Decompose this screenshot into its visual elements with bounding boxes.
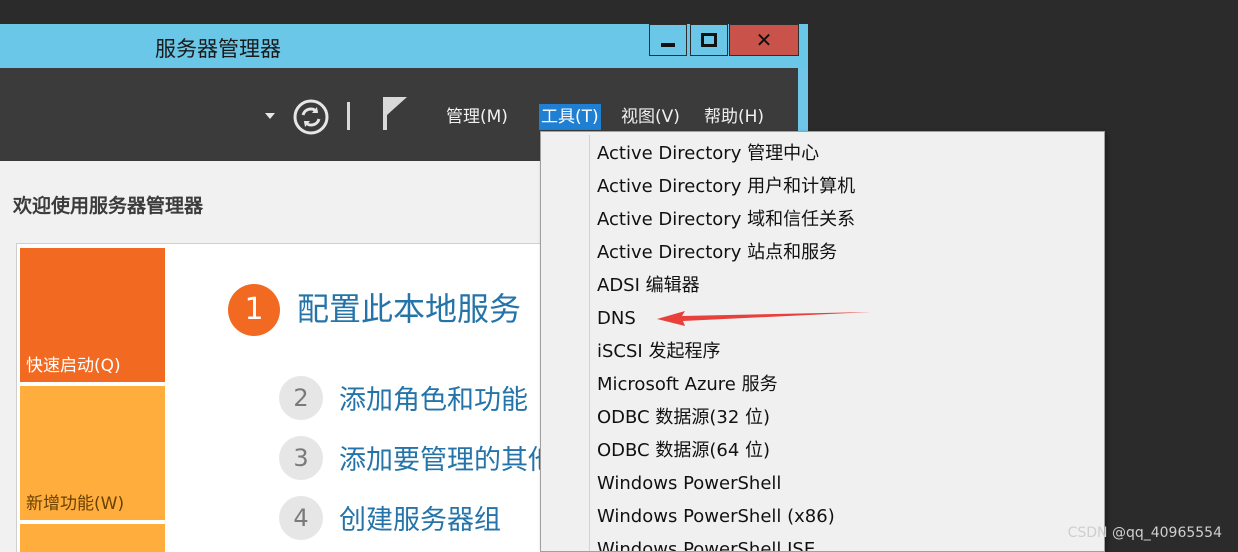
- menu-item-powershell[interactable]: Windows PowerShell: [597, 467, 781, 500]
- annotation-arrow-icon: [657, 311, 871, 326]
- menu-item-adsi-edit[interactable]: ADSI 编辑器: [597, 269, 700, 302]
- menu-item-ad-domains-trusts[interactable]: Active Directory 域和信任关系: [597, 203, 855, 236]
- step-4-link[interactable]: 创建服务器组: [339, 498, 501, 537]
- menu-item-ad-users-computers[interactable]: Active Directory 用户和计算机: [597, 170, 855, 203]
- step-2-number: 2: [279, 376, 323, 420]
- menu-item-azure[interactable]: Microsoft Azure 服务: [597, 368, 778, 401]
- minimize-button[interactable]: [649, 24, 687, 56]
- tile-quick-start-label: 快速启动(Q): [26, 356, 121, 376]
- toolbar-divider: [347, 102, 350, 130]
- menu-icon-gutter: [589, 135, 590, 551]
- menu-manage[interactable]: 管理(M): [446, 104, 508, 130]
- menu-item-ad-sites-services[interactable]: Active Directory 站点和服务: [597, 236, 837, 269]
- menu-help[interactable]: 帮助(H): [704, 104, 764, 130]
- step-1-link[interactable]: 配置此本地服务: [297, 284, 521, 330]
- menu-view[interactable]: 视图(V): [621, 104, 680, 130]
- menu-item-powershell-ise[interactable]: Windows PowerShell ISE: [597, 533, 815, 551]
- tile-learn-more[interactable]: [20, 524, 165, 552]
- window-title: 服务器管理器: [155, 37, 281, 61]
- minimize-icon: [661, 43, 675, 47]
- tile-quick-start[interactable]: 快速启动(Q): [20, 248, 165, 382]
- flag-icon[interactable]: [380, 95, 410, 131]
- tile-whats-new-label: 新增功能(W): [26, 494, 125, 514]
- title-bar[interactable]: 服务器管理器 ✕: [0, 24, 808, 68]
- watermark: CSDN @qq_40965554: [1067, 525, 1222, 541]
- refresh-icon[interactable]: [292, 98, 330, 136]
- menu-tools[interactable]: 工具(T): [539, 104, 601, 130]
- step-3-link[interactable]: 添加要管理的其他: [339, 438, 555, 477]
- menu-item-odbc-64[interactable]: ODBC 数据源(64 位): [597, 434, 770, 467]
- menu-item-dns[interactable]: DNS: [597, 302, 636, 335]
- dropdown-caret-icon[interactable]: [265, 113, 275, 119]
- maximize-icon: [701, 33, 717, 47]
- step-3-number: 3: [279, 436, 323, 480]
- menu-item-ad-admin-center[interactable]: Active Directory 管理中心: [597, 137, 819, 170]
- menu-item-odbc-32[interactable]: ODBC 数据源(32 位): [597, 401, 770, 434]
- close-icon: ✕: [755, 28, 773, 52]
- tools-dropdown-menu: Active Directory 管理中心 Active Directory 用…: [540, 131, 1105, 552]
- maximize-button[interactable]: [690, 24, 728, 56]
- menu-item-iscsi[interactable]: iSCSI 发起程序: [597, 335, 720, 368]
- menu-item-powershell-x86[interactable]: Windows PowerShell (x86): [597, 500, 835, 533]
- step-4-number: 4: [279, 496, 323, 540]
- tile-whats-new[interactable]: 新增功能(W): [20, 386, 165, 520]
- step-1-number: 1: [228, 284, 280, 336]
- welcome-heading: 欢迎使用服务器管理器: [13, 195, 204, 217]
- close-button[interactable]: ✕: [729, 24, 799, 56]
- step-2-link[interactable]: 添加角色和功能: [339, 378, 528, 417]
